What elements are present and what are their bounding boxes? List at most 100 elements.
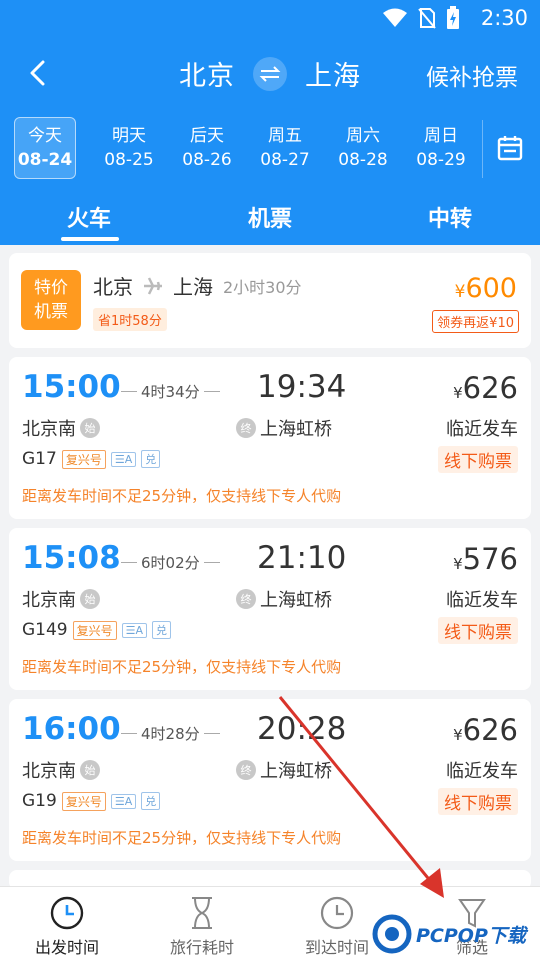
offline-purchase-badge[interactable]: 线下购票 [438, 617, 518, 644]
train-number: G149 复兴号 ☰A 兑 [22, 620, 172, 640]
promo-route: 北京 上海 2小时30分 [93, 271, 302, 300]
date-label: 周日 [424, 126, 458, 146]
active-tab-indicator [61, 237, 119, 241]
station-name: 上海虹桥 [260, 761, 332, 782]
id-card-tag-icon: ☰A [110, 451, 137, 467]
divider [482, 120, 483, 178]
clock-icon [50, 896, 84, 930]
notice-text: 距离发车时间不足25分钟，仅支持线下专人代购 [22, 829, 342, 847]
offline-purchase-badge[interactable]: 线下购票 [438, 788, 518, 815]
sort-departure-time[interactable]: 出发时间 [7, 895, 127, 958]
train-no-text: G149 [22, 620, 68, 640]
origin-badge: 始 [80, 418, 100, 438]
promo-price-value: 600 [465, 273, 517, 304]
departure-time: 16:00 [22, 711, 121, 747]
tab-train[interactable]: 火车 [67, 201, 111, 233]
date-label: 周六 [346, 126, 380, 146]
pcpop-logo-icon [372, 914, 412, 954]
terminus-badge: 终 [236, 589, 256, 609]
date-item[interactable]: 今天 08-24 [14, 117, 76, 179]
date-label: 明天 [112, 126, 146, 146]
to-city[interactable]: 上海 [305, 54, 361, 93]
origin-badge: 始 [80, 589, 100, 609]
travel-duration: 4时34分 [121, 381, 220, 402]
ticket-price: ¥626 [453, 713, 518, 747]
currency-symbol: ¥ [453, 384, 463, 402]
fuxing-tag: 复兴号 [61, 449, 106, 469]
date-item[interactable]: 后天 08-26 [168, 117, 246, 179]
train-no-text: G17 [22, 449, 57, 469]
departure-station: 北京南始 [22, 586, 100, 612]
battery-charging-icon [447, 6, 459, 29]
mode-tabs: 火车 机票 中转 [0, 195, 540, 245]
no-sim-icon [418, 8, 436, 29]
train-card[interactable]: 15:08 6时02分 21:10 ¥576 北京南始 终上海虹桥 临近发车 G… [9, 528, 531, 690]
ticket-price: ¥626 [453, 371, 518, 405]
sort-travel-duration[interactable]: 旅行耗时 [142, 895, 262, 958]
promo-badge: 特价机票 [21, 270, 81, 330]
station-name: 上海虹桥 [260, 590, 332, 611]
wifi-icon [383, 8, 407, 27]
date-item[interactable]: 周五 08-27 [246, 117, 324, 179]
promo-save-badge: 省1时58分 [93, 308, 167, 331]
train-card[interactable]: 15:00 4时34分 19:34 ¥626 北京南始 终上海虹桥 临近发车 G… [9, 357, 531, 519]
redeem-tag: 兑 [152, 621, 172, 639]
station-name: 北京南 [22, 761, 76, 782]
price-value: 626 [462, 713, 518, 747]
station-name: 上海虹桥 [260, 419, 332, 440]
nav-label: 出发时间 [34, 938, 99, 957]
station-name: 北京南 [22, 419, 76, 440]
header: 2:30 北京 上海 候补抢票 今天 08-24 明天 08-25 后天 08-26 … [0, 0, 540, 245]
date-label: 今天 [28, 126, 62, 146]
date-label: 后天 [190, 126, 224, 146]
date-item[interactable]: 明天 08-25 [90, 117, 168, 179]
calendar-icon[interactable] [497, 135, 523, 161]
price-value: 576 [462, 542, 518, 576]
tab-flight[interactable]: 机票 [248, 201, 292, 233]
origin-badge: 始 [80, 760, 100, 780]
duration-text: 4时34分 [141, 383, 200, 401]
plane-icon [144, 276, 162, 295]
from-city[interactable]: 北京 [179, 54, 235, 93]
hourglass-icon [192, 897, 212, 929]
promo-coupon[interactable]: 领券再返¥10 [432, 310, 519, 333]
arrival-station: 终上海虹桥 [236, 586, 332, 612]
status-bar: 2:30 [0, 0, 540, 38]
travel-duration: 6时02分 [121, 552, 220, 573]
id-card-tag-icon: ☰A [110, 793, 137, 809]
date-value: 08-25 [104, 150, 154, 170]
currency-symbol: ¥ [453, 726, 463, 744]
date-value: 08-24 [17, 150, 73, 170]
promo-price: ¥600 [455, 273, 517, 304]
departure-status: 临近发车 [446, 590, 518, 611]
terminus-badge: 终 [236, 418, 256, 438]
date-label: 周五 [268, 126, 302, 146]
swap-cities-button[interactable] [253, 56, 287, 91]
duration-text: 6时02分 [141, 554, 200, 572]
train-number: G19 复兴号 ☰A 兑 [22, 791, 161, 811]
train-card[interactable]: 16:00 4时28分 20:28 ¥626 北京南始 终上海虹桥 临近发车 G… [9, 699, 531, 861]
train-number: G17 复兴号 ☰A 兑 [22, 449, 161, 469]
redeem-tag: 兑 [141, 450, 161, 468]
ticket-price: ¥576 [453, 542, 518, 576]
tab-transfer[interactable]: 中转 [428, 201, 472, 233]
promo-to: 上海 [173, 275, 213, 299]
date-selector: 今天 08-24 明天 08-25 后天 08-26 周五 08-27 周六 08-28 … [14, 117, 480, 179]
departure-time: 15:00 [22, 369, 121, 405]
arrival-time: 21:10 [257, 540, 347, 576]
date-item[interactable]: 周六 08-28 [324, 117, 402, 179]
promo-duration: 2小时30分 [223, 277, 302, 297]
status-time: 2:30 [480, 6, 528, 30]
departure-station: 北京南始 [22, 757, 100, 783]
arrival-station: 终上海虹桥 [236, 415, 332, 441]
offline-purchase-badge[interactable]: 线下购票 [438, 446, 518, 473]
id-card-tag-icon: ☰A [121, 622, 148, 638]
waitlist-button[interactable]: 候补抢票 [426, 58, 518, 92]
departure-status: 临近发车 [446, 761, 518, 782]
promo-from: 北京 [93, 275, 133, 299]
date-value: 08-28 [338, 150, 388, 170]
nav-label: 旅行耗时 [169, 938, 234, 957]
date-item[interactable]: 周日 08-29 [402, 117, 480, 179]
flight-promo-card[interactable]: 特价机票 北京 上海 2小时30分 省1时58分 ¥600 领券再返¥10 [9, 253, 531, 348]
currency-symbol: ¥ [453, 555, 463, 573]
